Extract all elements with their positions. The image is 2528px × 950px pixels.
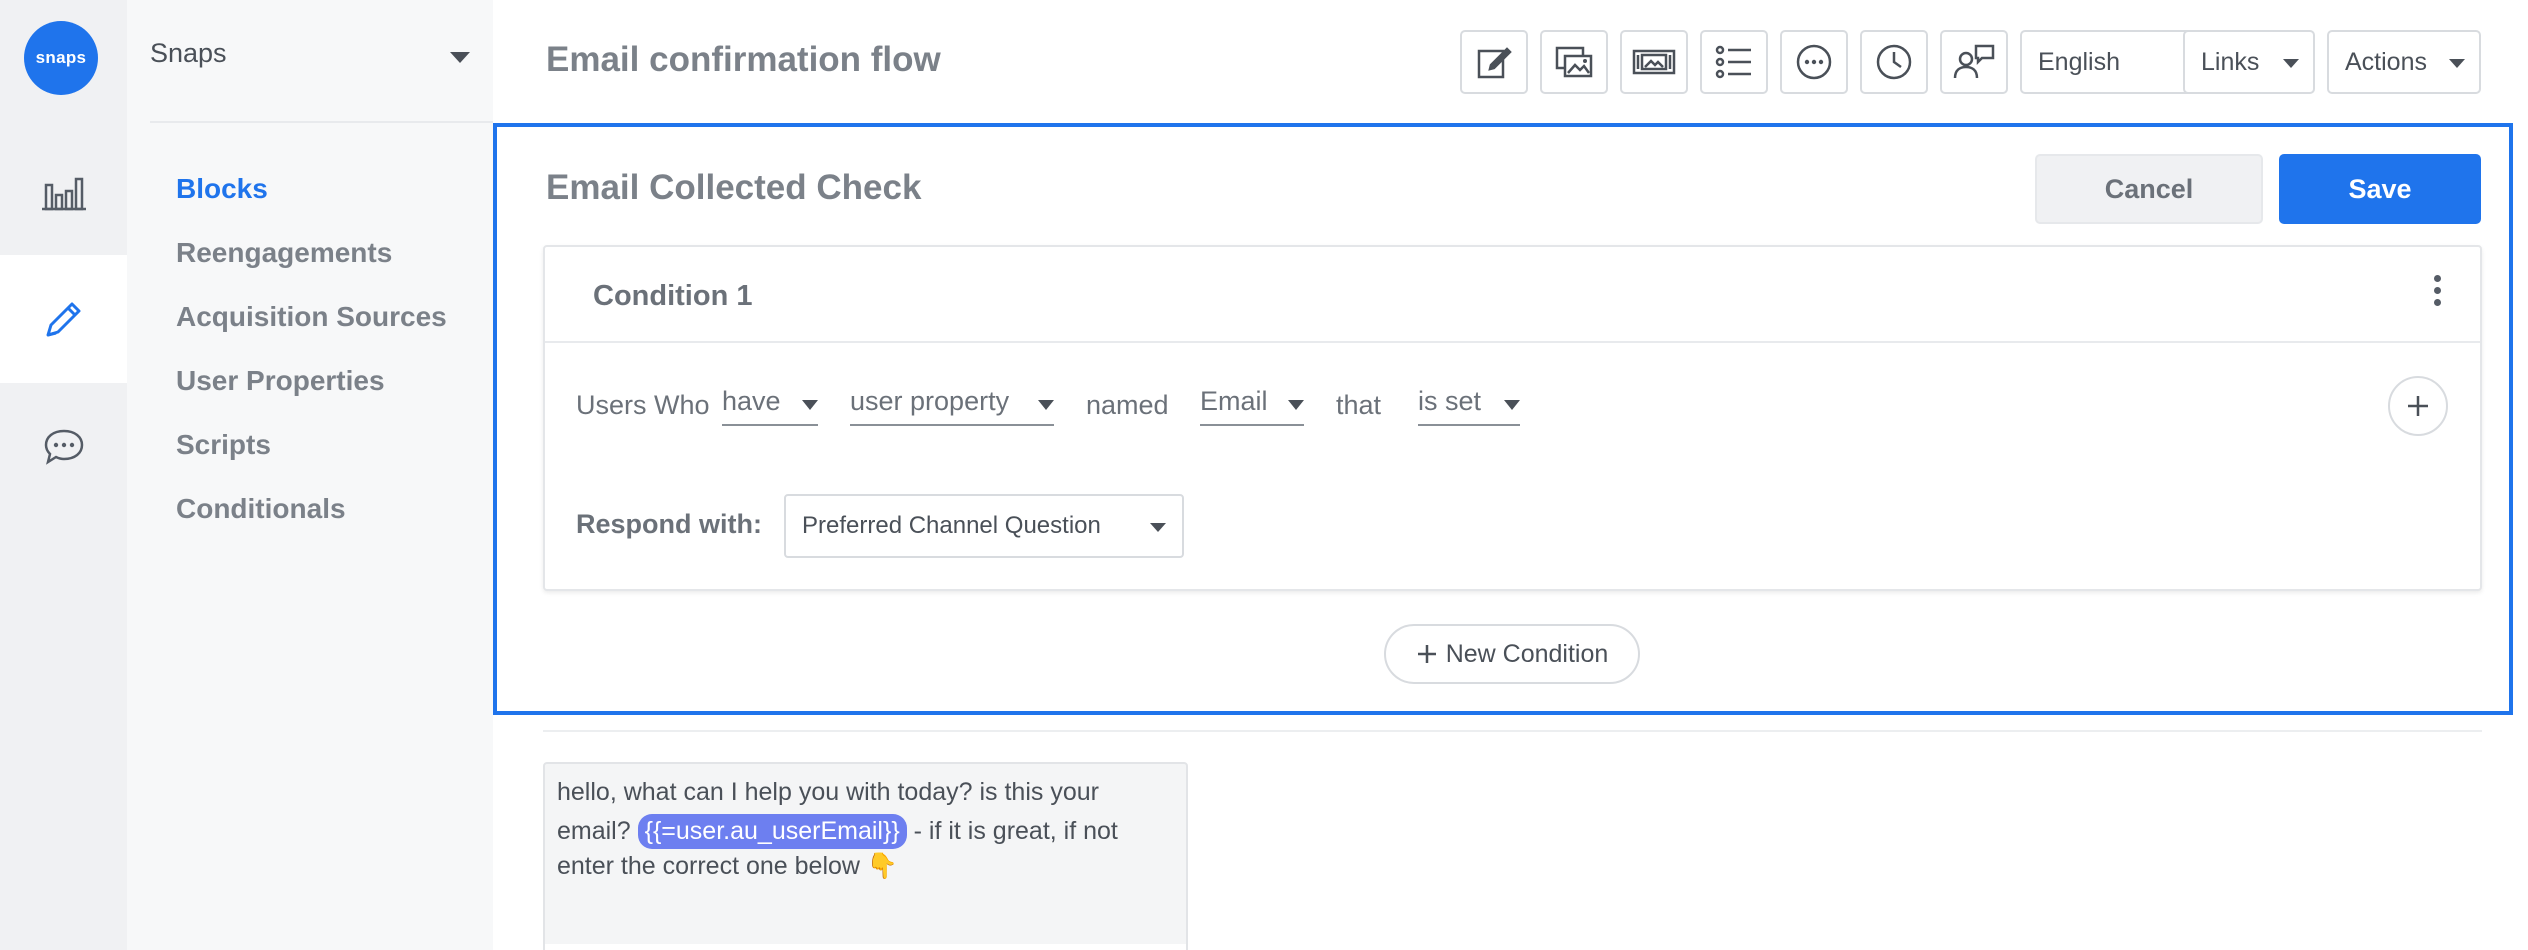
rail-analytics-button[interactable] (0, 127, 127, 255)
add-delay-button[interactable] (1860, 30, 1928, 94)
carousel-icon (1632, 49, 1676, 75)
handoff-icon (1953, 44, 1995, 79)
add-gallery-button[interactable] (1540, 30, 1608, 94)
condition-title: Condition 1 (593, 280, 753, 312)
add-list-button[interactable] (1700, 30, 1768, 94)
add-carousel-button[interactable] (1620, 30, 1688, 94)
message-box-footer (545, 944, 1186, 950)
pencil-icon (46, 302, 80, 337)
chat-bubble-icon (44, 429, 83, 465)
operator-value: is set (1418, 386, 1482, 416)
chevron-down-icon (1038, 400, 1054, 410)
chevron-down-icon (1288, 400, 1304, 410)
kebab-menu-icon[interactable] (2434, 275, 2442, 309)
respond-with-select[interactable]: Preferred Channel Question (784, 494, 1184, 558)
property-name-value: Email (1200, 386, 1268, 416)
property-name-select[interactable]: Email (1200, 386, 1304, 426)
save-button[interactable]: Save (2279, 154, 2481, 224)
links-select[interactable]: Links (2183, 30, 2315, 94)
have-value: have (722, 386, 781, 416)
block-title[interactable]: Email Collected Check (546, 168, 921, 208)
sidebar-item-scripts[interactable]: Scripts (176, 429, 271, 461)
chevron-down-icon[interactable] (450, 52, 470, 63)
new-condition-label: New Condition (1445, 639, 1609, 668)
clock-icon (1876, 44, 1912, 80)
respond-with-label: Respond with: (576, 509, 762, 539)
message-text: enter the correct one below (557, 852, 860, 880)
message-text: - if it is great, if not (913, 817, 1118, 845)
actions-label: Actions (2345, 47, 2427, 76)
add-rule-button[interactable] (2388, 376, 2448, 436)
links-label: Links (2201, 47, 2260, 76)
rail-chat-button[interactable] (0, 383, 127, 511)
chevron-down-icon (1150, 523, 1166, 532)
chevron-down-icon (2283, 59, 2299, 68)
rail-edit-button[interactable] (0, 255, 127, 383)
users-who-label: Users Who (576, 390, 710, 420)
language-value: English (2038, 47, 2120, 76)
icon-rail: snaps (0, 0, 127, 950)
sidebar-item-conditionals[interactable]: Conditionals (176, 493, 346, 525)
add-typing-button[interactable] (1780, 30, 1848, 94)
divider (543, 730, 2482, 732)
sidebar-item-acquisition-sources[interactable]: Acquisition Sources (176, 301, 447, 333)
list-icon (1715, 45, 1751, 79)
divider (150, 121, 493, 123)
chevron-down-icon (2449, 59, 2465, 68)
snaps-logo[interactable]: snaps (24, 21, 98, 95)
sidebar-item-blocks[interactable]: Blocks (176, 173, 268, 205)
respond-with-value: Preferred Channel Question (802, 512, 1101, 539)
message-line: hello, what can I help you with today? i… (557, 778, 1099, 806)
secondary-sidebar: Snaps Blocks Reengagements Acquisition S… (127, 0, 493, 950)
sidebar-item-reengagements[interactable]: Reengagements (176, 237, 392, 269)
chevron-down-icon (1504, 400, 1520, 410)
gallery-icon (1555, 46, 1593, 78)
cancel-button[interactable]: Cancel (2035, 154, 2263, 224)
workspace-name[interactable]: Snaps (150, 38, 227, 69)
actions-select[interactable]: Actions (2327, 30, 2481, 94)
have-select[interactable]: have (722, 386, 818, 426)
edit-note-icon (1477, 47, 1512, 79)
that-label: that (1336, 390, 1382, 420)
text-message-block[interactable]: hello, what can I help you with today? i… (543, 762, 1188, 950)
sidebar-item-user-properties[interactable]: User Properties (176, 365, 385, 397)
message-line: enter the correct one below 👇 (557, 852, 898, 881)
plus-icon (2408, 396, 2428, 416)
more-dots-icon (1796, 44, 1832, 80)
add-text-button[interactable] (1460, 30, 1528, 94)
add-handoff-button[interactable] (1940, 30, 2008, 94)
plus-icon (1417, 645, 1436, 663)
chevron-down-icon (802, 400, 818, 410)
property-type-select[interactable]: user property (850, 386, 1054, 426)
operator-select[interactable]: is set (1418, 386, 1520, 426)
bar-chart-icon (41, 177, 86, 211)
pointing-down-emoji-icon: 👇 (866, 852, 899, 880)
condition-header: Condition 1 (545, 247, 2480, 343)
page-title: Email confirmation flow (546, 40, 941, 79)
property-type-value: user property (850, 386, 1010, 416)
message-line: email? {{=user.au_userEmail}} - if it is… (557, 814, 1118, 849)
named-label: named (1086, 390, 1169, 420)
variable-chip[interactable]: {{=user.au_userEmail}} (637, 814, 907, 849)
new-condition-button[interactable]: New Condition (1384, 624, 1640, 684)
message-text: email? (557, 817, 631, 845)
